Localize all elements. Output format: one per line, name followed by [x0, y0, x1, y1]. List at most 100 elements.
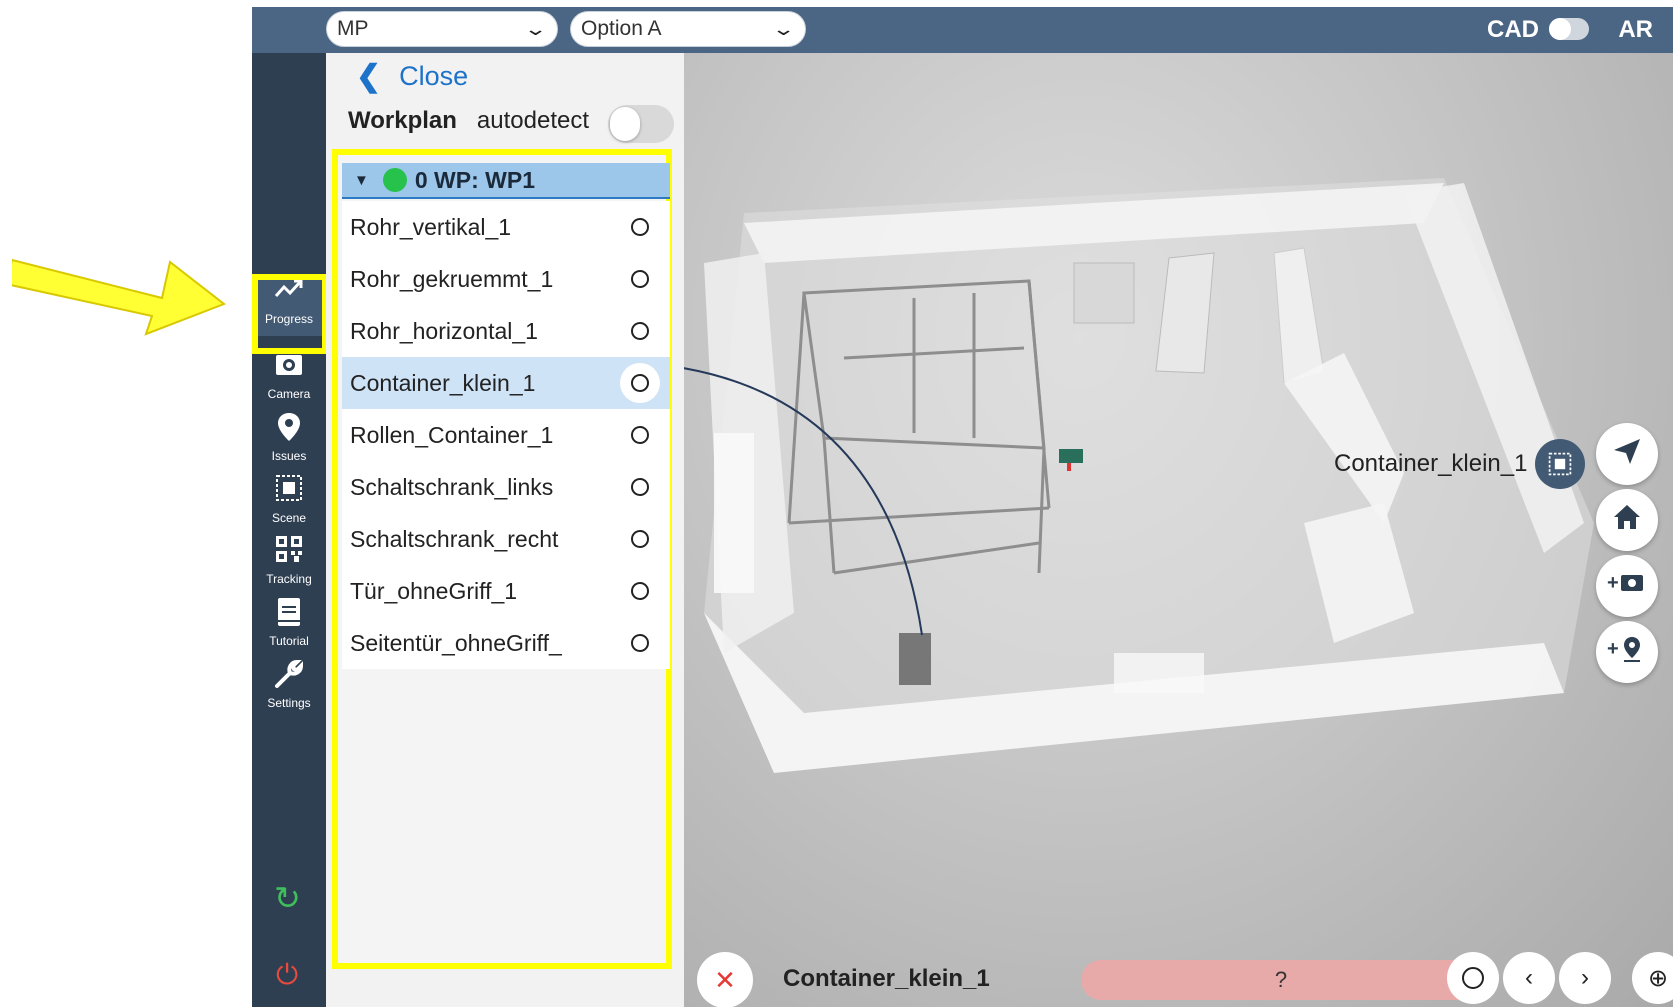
- list-item-label: Container_klein_1: [350, 369, 536, 396]
- workplan-group-header[interactable]: ▼ 0 WP: WP1: [342, 163, 670, 199]
- list-item[interactable]: Seitentür_ohneGriff_: [342, 617, 670, 669]
- list-item[interactable]: Container_klein_1: [342, 357, 670, 409]
- 3d-viewport[interactable]: Container_klein_1 + +: [684, 53, 1673, 1007]
- add-marker-button[interactable]: +: [1596, 621, 1658, 683]
- list-item-label: Seitentür_ohneGriff_: [350, 629, 562, 656]
- book-icon: [274, 596, 304, 634]
- send-icon: [1612, 436, 1642, 473]
- sidebar-item-label: Issues: [271, 449, 307, 463]
- item-status-radio[interactable]: [620, 311, 660, 351]
- annotation-highlight-box: [252, 274, 328, 354]
- chevron-right-icon: ›: [1581, 964, 1589, 991]
- radio-icon: [631, 582, 649, 600]
- item-status-radio[interactable]: [620, 571, 660, 611]
- list-item[interactable]: Rohr_gekruemmt_1: [342, 253, 670, 305]
- object-callout[interactable]: Container_klein_1: [1334, 439, 1586, 489]
- caret-down-icon: ▼: [354, 171, 369, 189]
- list-item-label: Rollen_Container_1: [350, 421, 554, 448]
- ar-label: AR: [1618, 16, 1653, 43]
- scene-icon: [1535, 439, 1586, 489]
- radio-icon: [631, 270, 649, 288]
- top-bar: MP ⌄ Option A ⌄ CAD AR: [252, 7, 1673, 53]
- radio-icon: [631, 530, 649, 548]
- status-pill[interactable]: ?: [1081, 960, 1481, 1000]
- list-item[interactable]: Schaltschrank_links: [342, 461, 670, 513]
- floorplan-model: [684, 178, 1594, 773]
- chevron-left-icon: ❮: [356, 60, 382, 93]
- sidebar-item-settings[interactable]: Settings: [252, 658, 326, 720]
- add-marker-icon: +: [1607, 634, 1647, 671]
- item-status-radio[interactable]: [620, 415, 660, 455]
- crosshair-icon: ⊕: [1647, 964, 1669, 992]
- radio-icon: [631, 218, 649, 236]
- close-icon: ✕: [714, 964, 736, 995]
- list-item[interactable]: Rollen_Container_1: [342, 409, 670, 461]
- recenter-button[interactable]: ⊕: [1632, 952, 1673, 1004]
- list-item[interactable]: Schaltschrank_recht: [342, 513, 670, 565]
- power-icon[interactable]: ⏻: [276, 959, 298, 992]
- svg-text:+: +: [1607, 638, 1619, 660]
- status-radio-button[interactable]: [1447, 952, 1499, 1004]
- item-status-radio[interactable]: [620, 259, 660, 299]
- mode-dropdown[interactable]: MP ⌄: [326, 11, 558, 47]
- list-item-label: Tür_ohneGriff_1: [350, 577, 518, 604]
- close-label: Close: [399, 61, 469, 91]
- radio-icon: [631, 634, 649, 652]
- workplan-group-label: 0 WP: WP1: [414, 166, 535, 193]
- radio-icon: [631, 374, 649, 392]
- workplan-panel: ❮ Close Workplan autodetect ▼ 0 WP: WP1 …: [326, 53, 684, 1007]
- camera-icon: [274, 349, 304, 387]
- sidebar-item-issues[interactable]: Issues: [252, 411, 326, 473]
- sidebar-item-label: Camera: [267, 387, 311, 401]
- option-dropdown[interactable]: Option A ⌄: [570, 11, 806, 47]
- icon-sidebar: Progress Camera Issues Scene Tracking Tu…: [252, 53, 326, 1007]
- workplan-row: Workplan autodetect: [348, 107, 589, 135]
- list-item[interactable]: Rohr_horizontal_1: [342, 305, 670, 357]
- chevron-down-icon: ⌄: [523, 18, 548, 39]
- sidebar-item-label: Tracking: [266, 572, 312, 586]
- close-button[interactable]: ❮ Close: [356, 59, 468, 94]
- radio-icon: [1462, 967, 1484, 989]
- list-item-label: Schaltschrank_recht: [350, 525, 559, 552]
- list-item-label: Rohr_horizontal_1: [350, 317, 538, 344]
- cancel-button[interactable]: ✕: [697, 952, 753, 1008]
- sidebar-item-label: Scene: [271, 511, 307, 525]
- option-dropdown-value: Option A: [581, 17, 662, 40]
- next-button[interactable]: ›: [1559, 952, 1611, 1004]
- sidebar-item-tutorial[interactable]: Tutorial: [252, 596, 326, 658]
- list-item-label: Schaltschrank_links: [350, 473, 554, 500]
- radio-icon: [631, 426, 649, 444]
- sync-icon[interactable]: ↻: [274, 879, 301, 917]
- qr-code-icon: [274, 534, 304, 572]
- list-item[interactable]: Rohr_vertikal_1: [342, 201, 670, 253]
- home-button[interactable]: [1596, 489, 1658, 551]
- item-status-radio[interactable]: [620, 363, 660, 403]
- scene-icon: [274, 473, 304, 511]
- mode-dropdown-value: MP: [337, 17, 369, 40]
- list-item[interactable]: Tür_ohneGriff_1: [342, 565, 670, 617]
- annotation-arrow: [12, 258, 227, 336]
- add-photo-icon: +: [1607, 568, 1647, 605]
- cad-ar-toggle[interactable]: [1549, 18, 1589, 40]
- item-status-radio[interactable]: [620, 467, 660, 507]
- radio-icon: [631, 322, 649, 340]
- item-status-radio[interactable]: [620, 207, 660, 247]
- item-status-radio[interactable]: [620, 519, 660, 559]
- prev-button[interactable]: ‹: [1503, 952, 1555, 1004]
- send-button[interactable]: [1596, 423, 1658, 485]
- sidebar-item-tracking[interactable]: Tracking: [252, 534, 326, 596]
- item-status-radio[interactable]: [620, 623, 660, 663]
- sidebar-item-camera[interactable]: Camera: [252, 349, 326, 411]
- status-text: ?: [1274, 967, 1288, 992]
- location-pin-icon: [274, 411, 304, 449]
- chevron-left-icon: ‹: [1525, 964, 1533, 991]
- selected-item-title: Container_klein_1: [783, 965, 990, 992]
- bottom-bar: ✕ Container_klein_1 ? ‹ › ⊕: [697, 950, 1673, 1008]
- status-dot: [382, 168, 407, 192]
- sidebar-item-label: Tutorial: [269, 634, 309, 648]
- add-photo-button[interactable]: +: [1596, 555, 1658, 617]
- sidebar-item-scene[interactable]: Scene: [252, 473, 326, 535]
- radio-icon: [631, 478, 649, 496]
- autodetect-toggle[interactable]: [608, 105, 674, 143]
- workplan-list: ▼ 0 WP: WP1 Rohr_vertikal_1 Rohr_gekruemm…: [332, 149, 672, 969]
